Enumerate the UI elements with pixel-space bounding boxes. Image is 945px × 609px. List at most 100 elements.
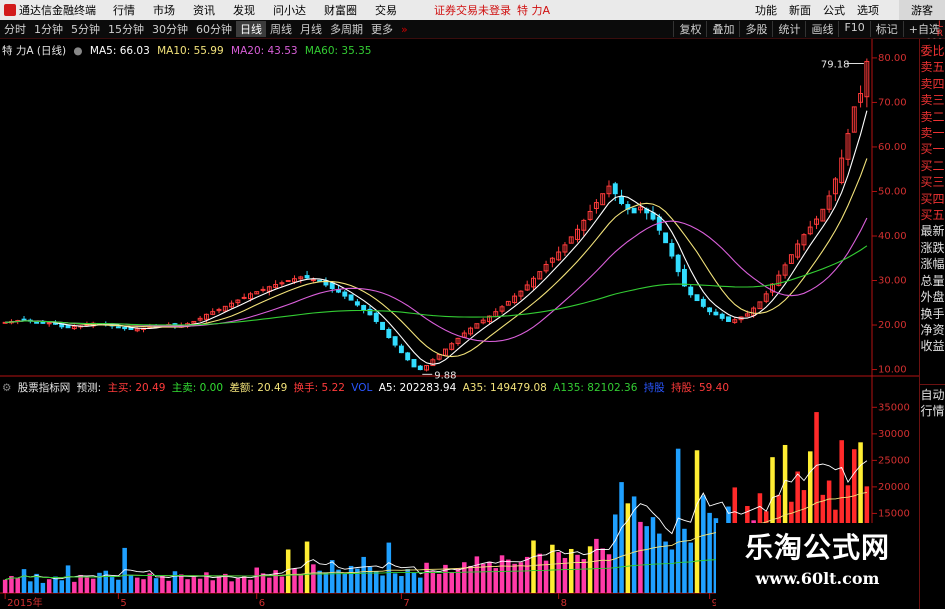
volume-bar [581,559,587,593]
f10-button[interactable]: F10 [838,21,869,37]
right-tab-item[interactable]: 换手 [920,306,945,322]
x-tick-label: 7 [403,598,409,609]
period-weekly[interactable]: 周线 [266,21,296,37]
period-5min[interactable]: 5分钟 [67,21,104,37]
menu-discover[interactable]: 发现 [224,2,264,18]
right-tab-item[interactable]: 收益 [920,338,945,354]
mark-button[interactable]: 标记 [869,21,903,37]
candle-body [354,301,360,306]
volume-bar [304,541,310,593]
right-tab-item[interactable]: 卖二 [920,109,945,125]
volume-bar [449,572,454,593]
candle-body [336,289,341,293]
right-tab2-item[interactable]: 行情 [920,403,945,419]
period-30min[interactable]: 30分钟 [148,21,192,37]
volume-bar [619,482,624,593]
menu-quotes[interactable]: 行情 [104,2,144,18]
right-tab-item[interactable]: 卖一 [920,125,945,141]
right-tab-item[interactable]: 最新 [920,223,945,239]
volume-bar [568,548,574,593]
chevron-right-icon[interactable]: » [397,23,412,36]
menu-formula[interactable]: 公式 [817,2,851,18]
right-tab2-item[interactable]: 自动 [920,387,945,403]
candle-body [21,318,27,321]
login-alert[interactable]: 证券交易未登录 [434,2,511,18]
multi-stock-button[interactable]: 多股 [739,21,772,37]
right-tab-item[interactable]: 卖四 [920,76,945,92]
restore-rights-button[interactable]: 复权 [673,21,706,37]
period-multi[interactable]: 多周期 [326,21,367,37]
right-tab-item[interactable]: 买四 [920,191,945,207]
volume-bar [424,562,429,593]
candle-body [373,312,379,322]
volume-bar [518,562,524,593]
period-daily[interactable]: 日线 [236,21,266,37]
volume-bar [675,448,681,593]
settings-icon[interactable]: ⚙ [2,382,11,394]
menu-options[interactable]: 选项 [851,2,885,18]
volume-bar [116,579,121,593]
right-tab-item[interactable]: 买五 [920,207,945,223]
candle-body [619,196,625,204]
menu-market[interactable]: 市场 [144,2,184,18]
current-stock-name: 特 力A [517,4,551,17]
period-60min[interactable]: 60分钟 [192,21,236,37]
guest-login[interactable]: 游客 [899,0,945,20]
indicator-title: 股票指标网 [17,382,71,394]
vol-tick-label: 35000 [878,402,910,413]
forecast-label: 预测: [76,382,102,394]
volume-bar [197,578,203,593]
candle-body [348,294,354,301]
volume-bar [210,580,215,593]
volume-bar [367,567,373,593]
menu-trade[interactable]: 交易 [366,2,406,18]
period-intraday[interactable]: 分时 [0,21,30,37]
menu-wealth-circle[interactable]: 财富圈 [315,2,366,18]
menu-new-layout[interactable]: 新面 [783,2,817,18]
right-tab-item[interactable]: 买三 [920,174,945,190]
right-tab-item[interactable]: 买一 [920,141,945,157]
volume-bar [600,548,605,593]
volume-bar [241,575,247,593]
right-tab-item[interactable]: 涨幅 [920,256,945,272]
right-tab-item[interactable]: 外盘 [920,289,945,305]
period-15min[interactable]: 15分钟 [104,21,148,37]
right-tab-item[interactable]: 净资 [920,322,945,338]
right-tab-item[interactable]: 涨跌 [920,240,945,256]
right-tab-item[interactable]: 委比 [920,43,945,59]
volume-bar [512,563,517,593]
volume-bar [15,578,20,593]
candle-body [669,243,675,257]
settings-icon[interactable]: ● [73,45,82,57]
overlay-button[interactable]: 叠加 [706,21,739,37]
right-tab-item[interactable]: 卖三 [920,92,945,108]
right-tab-item[interactable]: 卖五 [920,59,945,75]
volume-bar [392,573,398,593]
period-1min[interactable]: 1分钟 [30,21,67,37]
volume-bar [575,554,580,593]
right-tab-item[interactable]: 买二 [920,158,945,174]
diff-value: 差额: 20.49 [229,382,288,394]
candle-body [241,296,247,299]
period-monthly[interactable]: 月线 [296,21,326,37]
volume-bar [254,567,260,593]
right-quote-panel: 委比 卖五 卖四 卖三 卖二 卖一 买一 买二 买三 买四 买五 最新 涨跌 涨幅 总量 外盘 换手 净资 收益 自… [919,39,945,609]
candle-body [285,280,291,283]
candle-body [719,313,725,319]
volume-bar [411,572,417,593]
period-more[interactable]: 更多 [367,21,397,37]
menu-ask[interactable]: 问小达 [264,2,315,18]
volume-bar [669,549,675,593]
menu-function[interactable]: 功能 [749,2,783,18]
candle-body [115,326,121,329]
right-tab-item[interactable]: 总量 [920,273,945,289]
volume-bar [298,573,304,593]
draw-line-button[interactable]: 画线 [805,21,838,37]
menu-news[interactable]: 资讯 [184,2,224,18]
ma60-value: MA60: 35.35 [304,45,372,57]
volume-bar [531,540,536,593]
volume-bar [694,450,700,593]
statistics-button[interactable]: 统计 [772,21,805,37]
candle-body [65,324,71,329]
volume-bar [285,549,291,593]
